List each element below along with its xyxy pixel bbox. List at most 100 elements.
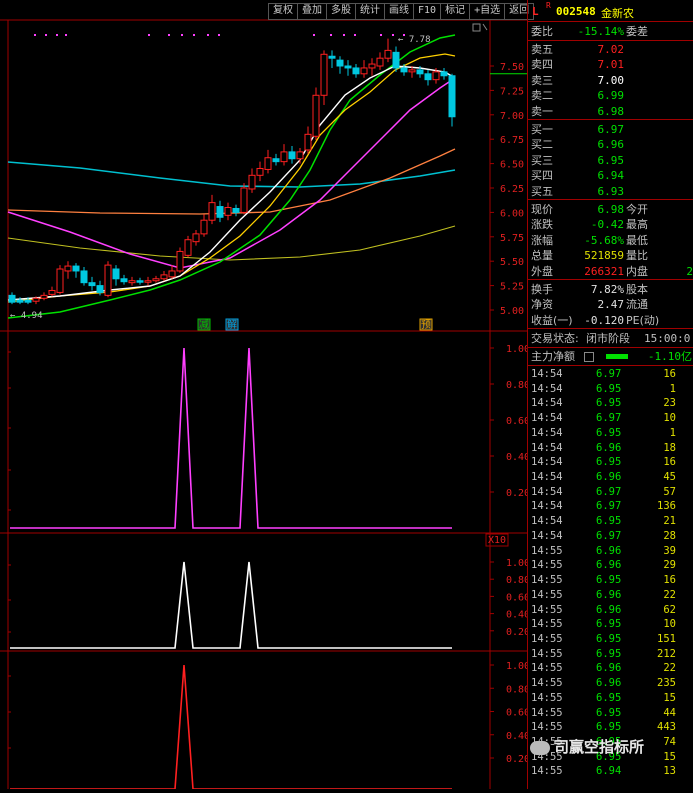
ind-tick-label: 1.00 [506, 344, 527, 355]
divider [528, 21, 693, 22]
tick-price: 6.95 [596, 574, 622, 587]
tick-time: 14:54 [531, 456, 563, 469]
bid-level-4[interactable]: 买四 6.94 [528, 168, 693, 183]
candle-up [144, 280, 152, 283]
ask-level-4[interactable]: 卖四 7.01 [528, 57, 693, 72]
tick-price: 6.95 [596, 382, 622, 395]
tick-time: 14:55 [531, 588, 563, 601]
ind-tick-label: 0.40 [506, 731, 527, 742]
tick-row: 14:54 6.95 23 [528, 396, 693, 411]
tick-time: 14:54 [531, 529, 563, 542]
ask-label: 卖二 [531, 89, 553, 103]
tick-time: 14:54 [531, 485, 563, 498]
tick-volume: 15 [663, 750, 676, 763]
tick-price: 6.97 [596, 368, 622, 380]
signal-dot [343, 34, 345, 36]
tick-volume: 235 [657, 677, 676, 690]
tick-price: 6.96 [596, 662, 622, 675]
tick-row: 14:54 6.97 28 [528, 529, 693, 544]
divider [528, 328, 693, 329]
tick-price: 6.94 [596, 765, 622, 778]
ma60-line [7, 148, 456, 215]
candle-up [128, 280, 136, 284]
toolbar-overlay-button[interactable]: 叠加 [298, 4, 327, 19]
stat-row-value: -0.42 [590, 218, 624, 232]
tick-time: 14:55 [531, 574, 563, 587]
divider [528, 119, 693, 120]
ask-level-3[interactable]: 卖三 7.00 [528, 73, 693, 88]
menu-icon[interactable] [584, 352, 594, 362]
tick-price: 6.95 [596, 691, 622, 704]
trade-state-row: 交易状态: 闭市阶段 15:00:0 [528, 331, 693, 346]
fund-row-value: 7.82% [590, 283, 624, 296]
stat-row-label: 涨幅 [531, 233, 553, 247]
tick-volume: 1 [669, 382, 676, 395]
ind-tick-label: 1.00 [506, 558, 527, 569]
fund-row: 换手 7.82% 股本 [528, 282, 693, 297]
candle-down [288, 151, 296, 160]
main-flow-row[interactable]: 主力净额 -1.10亿 [528, 349, 693, 364]
main-flow-label: 主力净额 [531, 350, 575, 363]
stat-row-label2: 今开 [626, 203, 648, 216]
signal-dot [392, 34, 394, 36]
ind1-series-line [10, 347, 452, 529]
toolbar-mark-button[interactable]: 标记 [441, 4, 471, 19]
candle-up [368, 63, 376, 69]
bid-level-3[interactable]: 买三 6.95 [528, 153, 693, 168]
toolbar-add-watchlist-button[interactable]: +自选 [470, 4, 506, 19]
candle-down [120, 278, 128, 283]
candle-up [176, 250, 184, 272]
signal-dot [34, 34, 36, 36]
bid-level-5[interactable]: 买五 6.93 [528, 184, 693, 199]
candle-up [160, 274, 168, 280]
ind-tick-label: 0.80 [506, 575, 527, 586]
bid-level-2[interactable]: 买二 6.96 [528, 137, 693, 152]
divider [528, 279, 693, 280]
fund-row: 收益(一) -0.120 PE(动) [528, 313, 693, 328]
ask-label: 卖一 [531, 104, 553, 118]
stat-row-label2: 最低 [626, 233, 648, 247]
candle-up [304, 133, 312, 151]
toolbar-multi-stock-button[interactable]: 多股 [327, 4, 356, 19]
signal-dot [218, 34, 220, 36]
candle-down [336, 59, 344, 67]
event-marker-2: 预 [421, 319, 431, 331]
tick-price: 6.95 [596, 618, 622, 631]
tick-row: 14:55 6.95 44 [528, 706, 693, 721]
tick-row: 14:55 6.96 235 [528, 676, 693, 691]
ask-level-5[interactable]: 卖五 7.02 [528, 42, 693, 57]
tick-volume: 22 [663, 588, 676, 601]
tick-row: 14:54 6.95 1 [528, 426, 693, 441]
bid-level-1[interactable]: 买一 6.97 [528, 122, 693, 137]
candle-down [272, 158, 280, 163]
candle-down [80, 270, 88, 284]
low-price-label: ← 4.94 [10, 311, 43, 321]
tick-time: 14:55 [531, 677, 563, 690]
divider [528, 199, 693, 200]
ask-price: 6.98 [597, 104, 625, 118]
weibi-row: 委比 -15.14% 委差 [528, 24, 693, 39]
ask-level-2[interactable]: 卖二 6.99 [528, 88, 693, 103]
ask-level-1[interactable]: 卖一 6.98 [528, 104, 693, 119]
tick-volume: 151 [657, 632, 676, 645]
tick-price: 6.97 [596, 500, 622, 513]
toolbar-f10-button[interactable]: F10 [414, 4, 442, 19]
tick-volume: 443 [657, 721, 676, 734]
kline-chart[interactable]: 7.50 7.25 7.00 6.75 6.50 6.25 6.00 5.75 5.50 5.25… [0, 0, 530, 790]
price-tick-label: 6.00 [500, 208, 524, 219]
x10-label: X10 [488, 535, 506, 546]
quote-panel: L R 002548 金新农 委比 -15.14% 委差 卖五 7.02 卖四 7.0… [527, 0, 693, 789]
tick-price: 6.95 [596, 515, 622, 528]
toolbar-fuquan-button[interactable]: 复权 [269, 4, 298, 19]
toolbar-draw-line-button[interactable]: 画线 [385, 4, 414, 19]
stat-row-value: -5.68% [584, 233, 624, 247]
tick-row: 14:54 6.97 136 [528, 499, 693, 514]
ind-tick-label: 0.60 [506, 708, 527, 719]
kline-chart-area[interactable]: 7.50 7.25 7.00 6.75 6.50 6.25 6.00 5.75 5.50 5.25… [0, 0, 530, 790]
toolbar-stats-button[interactable]: 统计 [356, 4, 385, 19]
price-tick-label: 5.50 [500, 257, 524, 268]
candle-down [400, 67, 408, 73]
candle-up [376, 57, 384, 67]
main-flow-value: -1.10亿 [647, 350, 692, 363]
stock-header: L R 002548 金新农 [528, 1, 693, 20]
